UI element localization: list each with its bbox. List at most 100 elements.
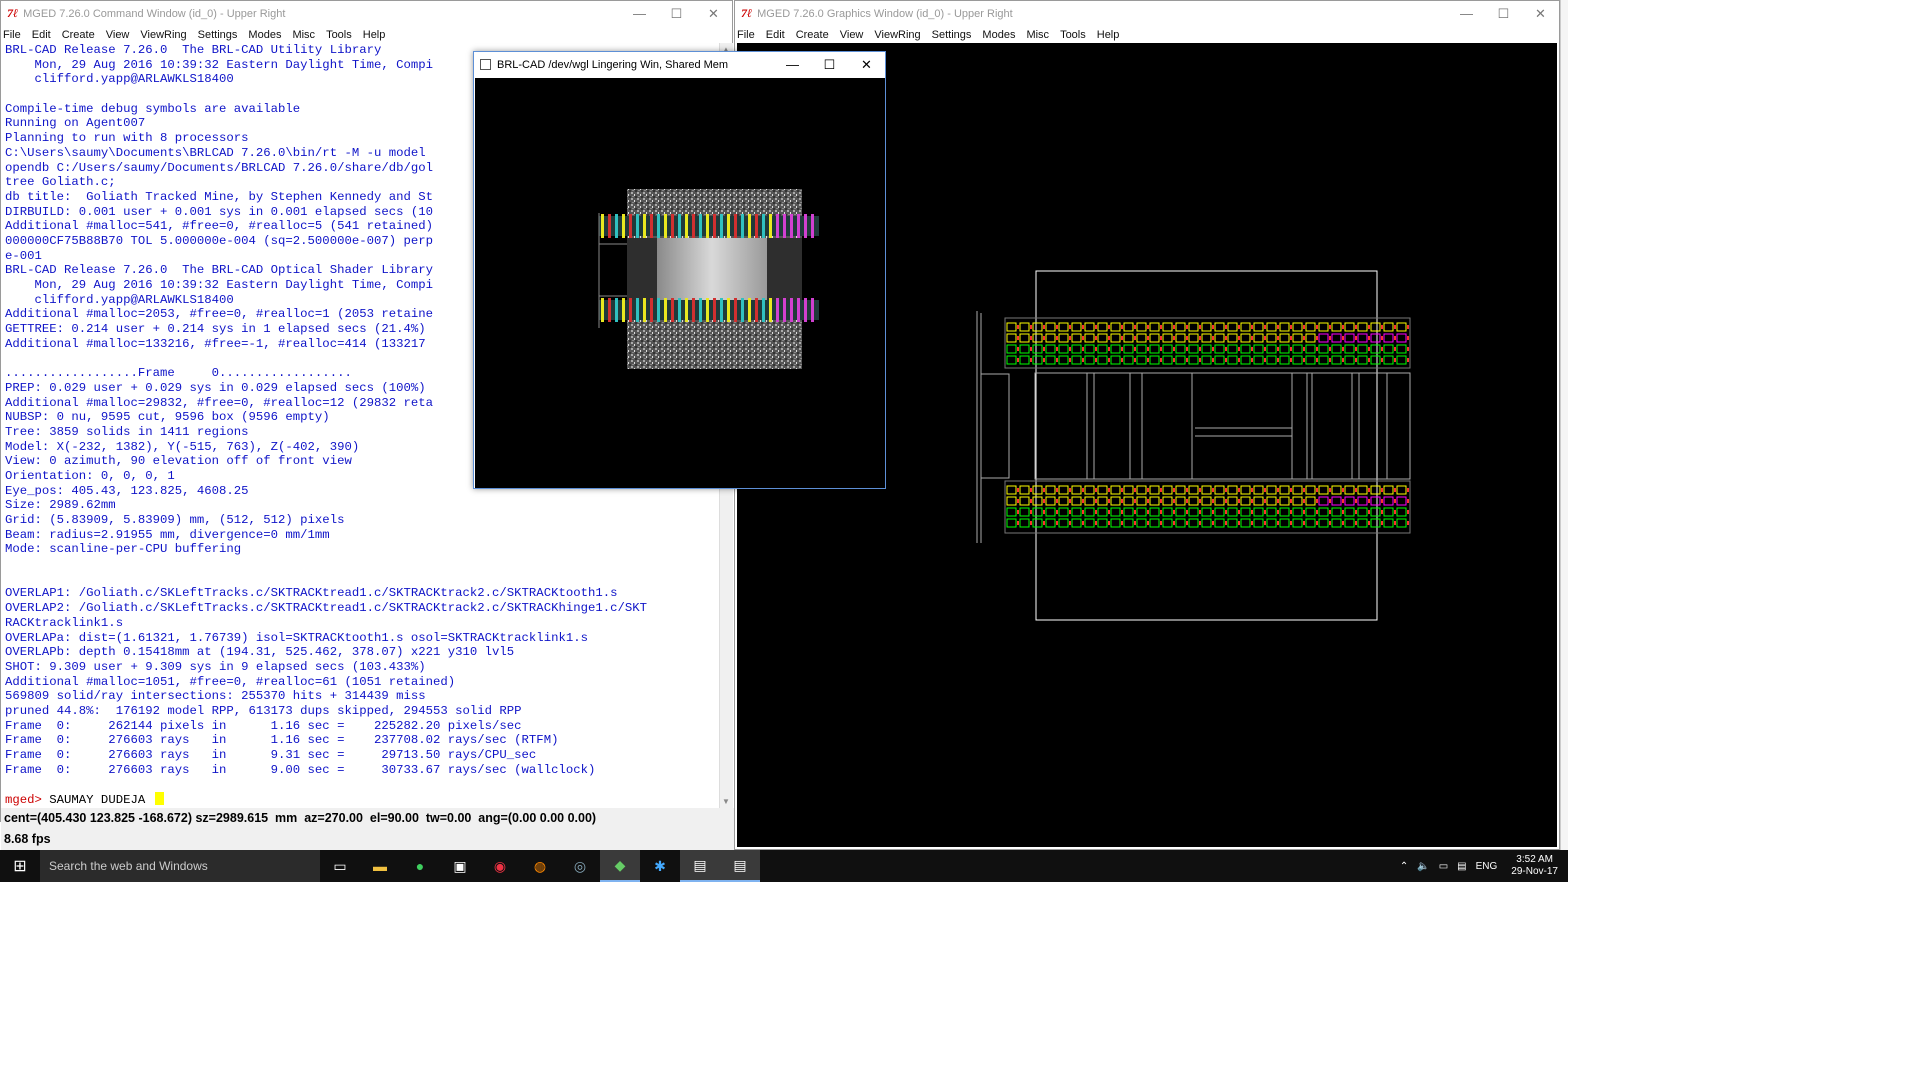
track-pin — [1160, 510, 1162, 514]
language-indicator[interactable]: ENG — [1476, 861, 1498, 872]
track-pin — [1121, 358, 1123, 362]
track-pin — [1082, 521, 1084, 525]
volume-icon[interactable]: 🔈 — [1417, 861, 1429, 872]
command-window-titlebar[interactable]: 7ℓ MGED 7.26.0 Command Window (id_0) - U… — [1, 1, 732, 26]
menu-edit[interactable]: Edit — [32, 29, 51, 41]
track-link — [1097, 322, 1108, 332]
track-link — [1253, 355, 1264, 365]
track-tooth — [657, 214, 660, 238]
menu-tools[interactable]: Tools — [326, 29, 352, 41]
track-link — [1019, 322, 1030, 332]
raytrace-window-title: BRL-CAD /dev/wgl Lingering Win, Shared M… — [497, 58, 729, 71]
taskbar-search-box[interactable]: Search the web and Windows — [40, 850, 320, 882]
close-button[interactable]: ✕ — [695, 1, 732, 26]
track-link — [1175, 333, 1186, 343]
track-pin — [1082, 325, 1084, 329]
track-link — [1110, 518, 1121, 528]
menu-help[interactable]: Help — [363, 29, 386, 41]
menu-file[interactable]: File — [737, 29, 755, 41]
menu-view[interactable]: View — [106, 29, 130, 41]
raytrace-window-titlebar[interactable]: BRL-CAD /dev/wgl Lingering Win, Shared M… — [474, 52, 885, 77]
track-pin — [1173, 521, 1175, 525]
command-input[interactable]: SAUMAY DUDEJA — [49, 793, 152, 807]
menu-viewring[interactable]: ViewRing — [874, 29, 920, 41]
maximize-button[interactable]: ☐ — [811, 52, 848, 77]
app-icon[interactable]: ◎ — [560, 850, 600, 882]
task-view-icon[interactable]: ▭ — [320, 850, 360, 882]
graphics-window-titlebar[interactable]: 7ℓ MGED 7.26.0 Graphics Window (id_0) - … — [735, 1, 1559, 26]
mged-graphics-icon[interactable]: ▤ — [720, 850, 760, 882]
track-link — [1331, 518, 1342, 528]
track-pin — [1056, 325, 1058, 329]
track-link — [1331, 333, 1342, 343]
track-tooth — [664, 298, 667, 322]
menu-settings[interactable]: Settings — [198, 29, 238, 41]
track-pin — [1173, 488, 1175, 492]
track-tooth — [622, 298, 625, 322]
clock[interactable]: 3:52 AM 29-Nov-17 — [1511, 854, 1558, 878]
brlcad-icon[interactable]: ◆ — [600, 850, 640, 882]
track-link — [1370, 507, 1381, 517]
menu-misc[interactable]: Misc — [292, 29, 315, 41]
chevron-up-icon[interactable]: ⌃ — [1400, 861, 1408, 872]
menu-view[interactable]: View — [840, 29, 864, 41]
track-link — [1032, 507, 1043, 517]
track-link — [1045, 518, 1056, 528]
mged-window-icon[interactable]: ▤ — [680, 850, 720, 882]
track-link — [1175, 355, 1186, 365]
track-tooth — [741, 298, 744, 322]
track-link — [1110, 507, 1121, 517]
chrome-icon[interactable]: ◉ — [480, 850, 520, 882]
menu-viewring[interactable]: ViewRing — [140, 29, 186, 41]
track-pin — [1173, 358, 1175, 362]
menu-create[interactable]: Create — [796, 29, 829, 41]
file-explorer-icon[interactable]: ▬ — [360, 850, 400, 882]
track-pin — [1147, 325, 1149, 329]
track-pin — [1043, 488, 1045, 492]
maximize-button[interactable]: ☐ — [658, 1, 695, 26]
store-icon[interactable]: ▣ — [440, 850, 480, 882]
track-pin — [1368, 499, 1370, 503]
console-line: 569809 solid/ray intersections: 255370 h… — [5, 689, 426, 704]
command-prompt-line[interactable]: mged> SAUMAY DUDEJA — [5, 792, 719, 807]
track-pin — [1173, 325, 1175, 329]
menu-misc[interactable]: Misc — [1026, 29, 1049, 41]
menu-modes[interactable]: Modes — [982, 29, 1015, 41]
track-link — [1227, 333, 1238, 343]
minimize-button[interactable]: — — [1448, 1, 1485, 26]
track-tooth — [769, 298, 772, 322]
track-pin — [1407, 510, 1409, 514]
track-pin — [1186, 510, 1188, 514]
raytrace-render — [598, 189, 819, 369]
whatsapp-icon[interactable]: ● — [400, 850, 440, 882]
track-pin — [1056, 358, 1058, 362]
network-icon[interactable]: ▭ — [1439, 861, 1448, 872]
minimize-button[interactable]: — — [621, 1, 658, 26]
track-pin — [1238, 499, 1240, 503]
menu-settings[interactable]: Settings — [932, 29, 972, 41]
track-link — [1097, 355, 1108, 365]
menu-modes[interactable]: Modes — [248, 29, 281, 41]
menu-edit[interactable]: Edit — [766, 29, 785, 41]
close-button[interactable]: ✕ — [1522, 1, 1559, 26]
track-pin — [1134, 488, 1136, 492]
accessibility-icon[interactable]: ✱ — [640, 850, 680, 882]
track-pin — [1017, 325, 1019, 329]
firefox-icon[interactable]: ◍ — [520, 850, 560, 882]
minimize-button[interactable]: — — [774, 52, 811, 77]
track-pin — [1199, 358, 1201, 362]
maximize-button[interactable]: ☐ — [1485, 1, 1522, 26]
track-pin — [1017, 521, 1019, 525]
track-link — [1136, 485, 1147, 495]
close-button[interactable]: ✕ — [848, 52, 885, 77]
menu-help[interactable]: Help — [1097, 29, 1120, 41]
notification-icon[interactable]: ▤ — [1457, 861, 1466, 872]
menu-create[interactable]: Create — [62, 29, 95, 41]
track-pin — [1290, 325, 1292, 329]
track-pin — [1095, 325, 1097, 329]
scroll-down-icon[interactable]: ▼ — [722, 797, 730, 806]
menu-tools[interactable]: Tools — [1060, 29, 1086, 41]
menu-file[interactable]: File — [3, 29, 21, 41]
track-link — [1188, 485, 1199, 495]
windows-start-icon[interactable]: ⊞ — [0, 850, 40, 882]
